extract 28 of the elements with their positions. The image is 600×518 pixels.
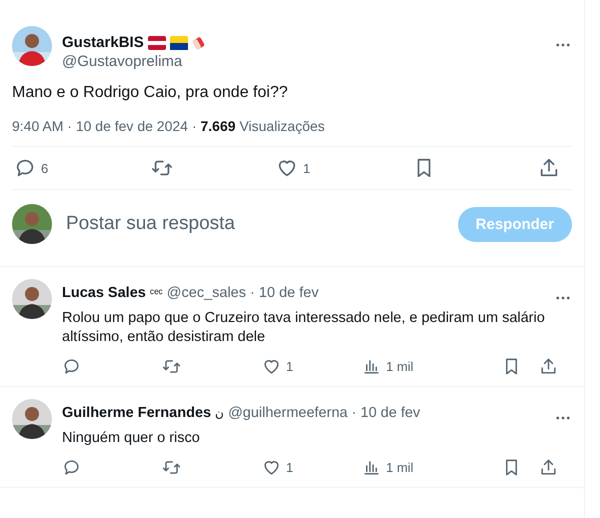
action-count: 1 [286,460,294,475]
reply-text: Ninguém quer o risco [62,429,201,448]
author-name[interactable]: GustarkBIS [62,34,144,51]
speech-bubble-icon[interactable] [14,157,36,179]
reply-author-name[interactable]: Guilherme Fernandes [62,405,212,421]
action-count: 6 [41,160,48,176]
share-icon[interactable] [539,357,558,376]
speech-bubble-icon[interactable] [62,458,81,477]
reply-author-name[interactable]: Lucas Sales [62,285,146,301]
post-time[interactable]: 9:40 AM · 10 de fev de 2024 [12,118,188,134]
repost-icon[interactable] [162,458,181,477]
name-suffix-label: ᶜᵉᶜ [150,286,163,300]
reply-text: Rolou um papo que o Cruzeiro tava interessado nele, e pediram um salário altíssimo, então desistiram dele [62,309,546,347]
reply-handle-date[interactable]: @cec_sales · 10 de fev [166,285,319,301]
reply-handle-date[interactable]: @guilhermeeferna · 10 de fev [228,405,420,421]
action-count: 1 mil [386,359,414,374]
action-count: 1 mil [386,460,414,475]
views-text: · 7.669 Visualizações [192,118,325,134]
heart-icon[interactable] [262,357,281,376]
name-suffix-label: ن [215,406,224,420]
author-handle[interactable]: @Gustavoprelima [62,53,544,70]
post-text: Mano e o Rodrigo Caio, pra onde foi?? [11,83,289,102]
action-count: 1 [302,160,310,176]
share-icon[interactable] [539,458,558,477]
speech-bubble-icon[interactable] [62,357,81,376]
heart-icon[interactable] [262,458,281,477]
repost-icon[interactable] [162,357,181,376]
action-count: 1 [286,359,294,374]
